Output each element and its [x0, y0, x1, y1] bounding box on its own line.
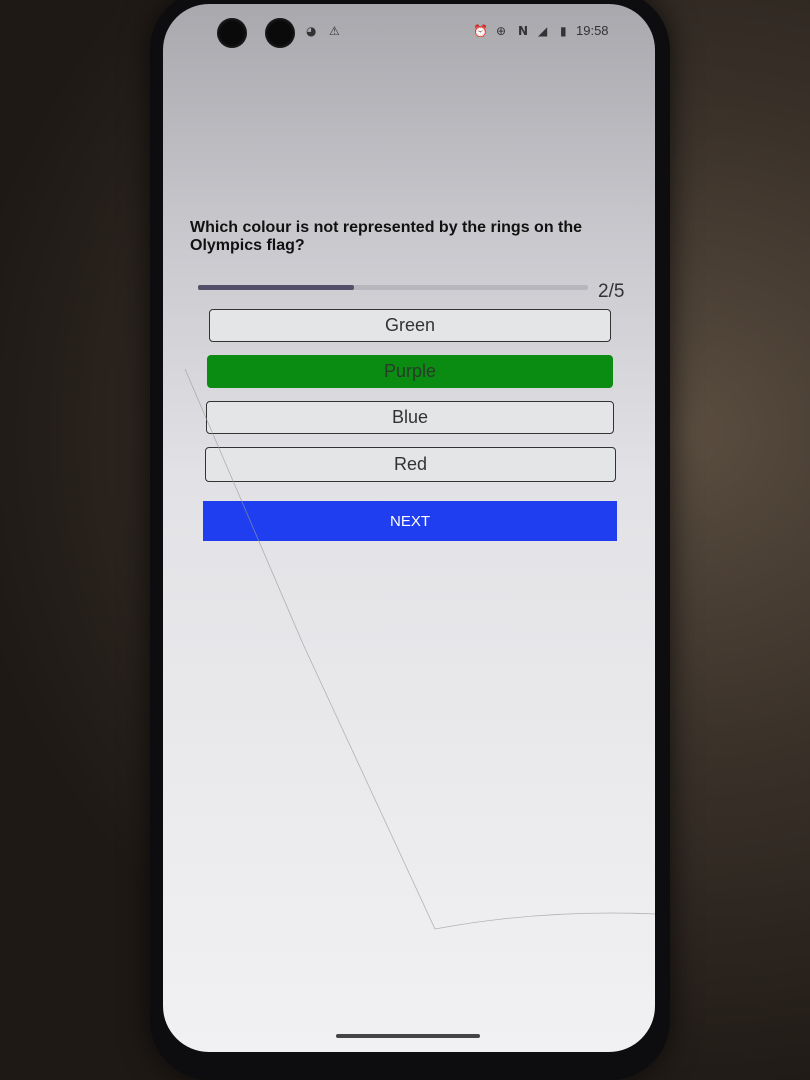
nfc-icon: N — [518, 24, 529, 38]
front-camera-left — [217, 18, 247, 48]
progress-counter: 2/5 — [598, 281, 625, 302]
answer-option-red[interactable]: Red — [205, 447, 616, 482]
front-camera-right — [265, 18, 295, 48]
home-indicator[interactable] — [336, 1034, 480, 1038]
progress-bar — [198, 285, 588, 290]
notification-circle-icon: ◕ — [306, 24, 317, 38]
alarm-icon: ⏰ — [473, 24, 488, 38]
signal-icon: ◢ — [538, 24, 548, 38]
answer-option-blue[interactable]: Blue — [206, 401, 614, 434]
status-bar: ◕ ⚠ ⏰ ⊕ N ◢ ▮ 19:58 — [163, 4, 655, 59]
phone-screen: ◕ ⚠ ⏰ ⊕ N ◢ ▮ 19:58 Which colour is not … — [163, 4, 655, 1052]
data-saver-icon: ⊕ — [496, 24, 507, 38]
warning-icon: ⚠ — [329, 24, 340, 38]
next-button[interactable]: NEXT — [203, 501, 617, 541]
status-time: 19:58 — [576, 23, 609, 38]
progress-fill — [198, 285, 354, 290]
battery-icon: ▮ — [560, 24, 567, 38]
answer-option-purple[interactable]: Purple — [207, 355, 613, 388]
question-text: Which colour is not represented by the r… — [190, 219, 583, 254]
answer-option-green[interactable]: Green — [209, 309, 611, 342]
